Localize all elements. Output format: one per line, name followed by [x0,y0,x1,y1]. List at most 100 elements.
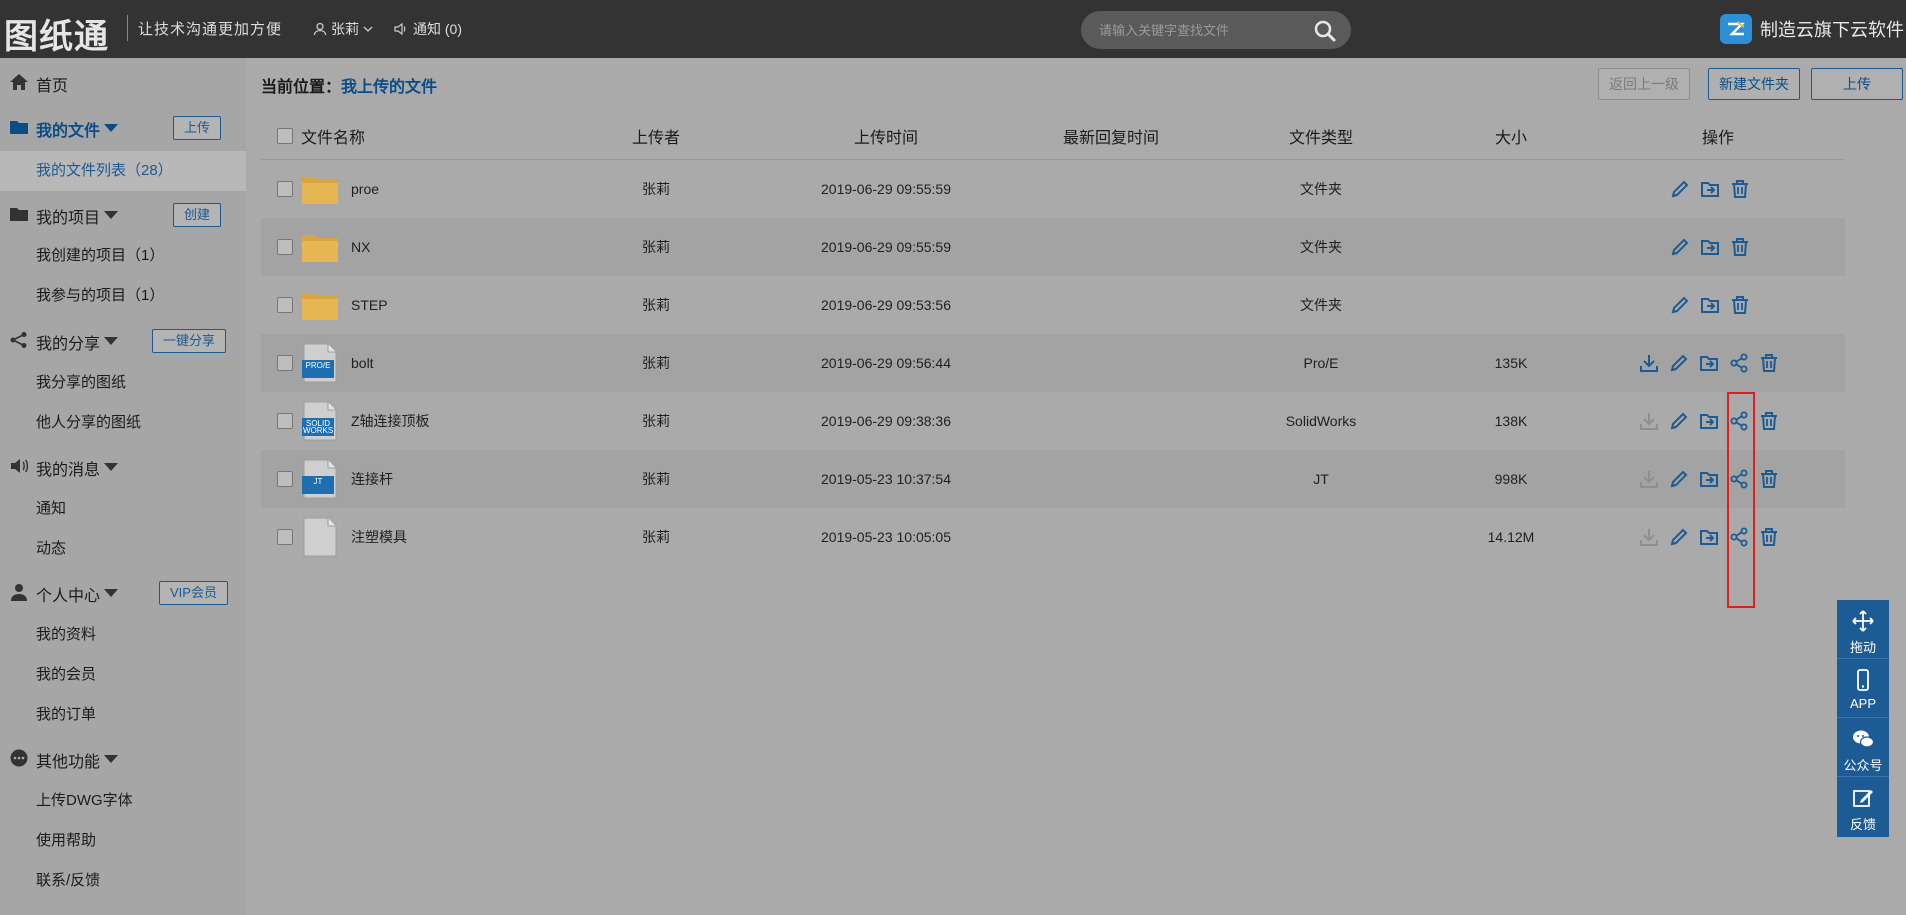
delete-button[interactable] [1758,468,1780,490]
move-button[interactable] [1699,294,1721,316]
col-reply-time[interactable]: 最新回复时间 [1026,112,1196,159]
row-checkbox[interactable] [277,297,293,313]
size-cell: 14.12M [1487,529,1535,545]
drag-button[interactable]: 拖动 [1837,600,1889,659]
row-checkbox[interactable] [277,413,293,429]
delete-button[interactable] [1758,410,1780,432]
move-button[interactable] [1699,236,1721,258]
download-button[interactable] [1638,468,1660,490]
search-icon[interactable] [1313,19,1337,43]
folder-icon[interactable] [301,169,339,209]
sidebar-item-my-file-list[interactable]: 我的文件列表（28） [0,151,246,191]
create-project-button[interactable]: 创建 [173,203,222,227]
share-button[interactable] [1728,468,1750,490]
table-row[interactable]: JT 连接杆 张莉 2019-05-23 10:37:54 JT 998K [261,450,1845,508]
upload-button[interactable]: 上传 [1811,68,1903,100]
vip-member-button[interactable]: VIP会员 [159,581,228,605]
delete-button[interactable] [1758,526,1780,548]
download-button[interactable] [1638,526,1660,548]
move-button[interactable] [1698,468,1720,490]
sidebar-item-others-shared[interactable]: 他人分享的图纸 [0,403,246,443]
delete-button[interactable] [1729,294,1751,316]
sidebar-item-activity[interactable]: 动态 [0,529,246,569]
rename-button[interactable] [1668,468,1690,490]
rename-button[interactable] [1668,352,1690,374]
share-button[interactable] [1728,352,1750,374]
file-name[interactable]: 连接杆 [351,469,393,489]
sidebar-item-my-shared[interactable]: 我分享的图纸 [0,363,246,403]
one-click-share-button[interactable]: 一键分享 [152,329,227,353]
file-icon[interactable]: JT [301,459,339,499]
rename-button[interactable] [1668,410,1690,432]
sidebar-item-my-orders[interactable]: 我的订单 [0,695,246,735]
app-logo[interactable]: 图纸通 [4,9,109,58]
col-uploader[interactable]: 上传者 [571,112,741,159]
move-button[interactable] [1698,410,1720,432]
sidebar-item-help[interactable]: 使用帮助 [0,821,246,861]
file-icon[interactable] [301,517,339,557]
table-row[interactable]: PRO/E bolt 张莉 2019-06-29 09:56:44 Pro/E 135K [261,334,1845,392]
table-row[interactable]: STEP 张莉 2019-06-29 09:53:56 文件夹 [261,276,1845,334]
sidebar-group-other-features[interactable]: 其他功能 [0,738,246,778]
breadcrumb-current[interactable]: 我上传的文件 [341,79,437,96]
table-row[interactable]: 注塑模具 张莉 2019-05-23 10:05:05 14.12M [261,508,1845,566]
file-name[interactable]: bolt [351,355,374,371]
col-name[interactable]: 文件名称 [301,112,365,159]
col-size[interactable]: 大小 [1426,112,1596,159]
select-all-checkbox[interactable] [277,127,293,144]
move-button[interactable] [1699,178,1721,200]
col-type[interactable]: 文件类型 [1236,112,1406,159]
sidebar-upload-button[interactable]: 上传 [173,116,222,140]
sidebar-item-contact-feedback[interactable]: 联系/反馈 [0,861,246,901]
new-folder-button[interactable]: 新建文件夹 [1708,68,1800,100]
delete-button[interactable] [1758,352,1780,374]
rename-button[interactable] [1668,526,1690,548]
feedback-button[interactable]: 反馈 [1837,777,1889,836]
home-icon [10,74,28,90]
brand-link[interactable]: 制造云旗下云软件 [1720,14,1904,44]
row-checkbox[interactable] [277,471,293,487]
file-name[interactable]: NX [351,239,370,255]
download-button[interactable] [1638,352,1660,374]
app-button[interactable]: APP [1837,659,1889,718]
sidebar-item-home[interactable]: 首页 [0,62,246,102]
sidebar-item-my-profile[interactable]: 我的资料 [0,615,246,655]
file-name[interactable]: 注塑模具 [351,527,407,547]
share-button[interactable] [1728,410,1750,432]
share-button[interactable] [1728,526,1750,548]
file-name[interactable]: Z轴连接顶板 [351,411,430,431]
file-name[interactable]: proe [351,181,379,197]
sidebar-item-created-projects[interactable]: 我创建的项目（1） [0,236,246,276]
delete-button[interactable] [1729,236,1751,258]
sidebar-item-notice[interactable]: 通知 [0,489,246,529]
rename-button[interactable] [1669,178,1691,200]
delete-button[interactable] [1729,178,1751,200]
table-row[interactable]: NX 张莉 2019-06-29 09:55:59 文件夹 [261,218,1845,276]
user-menu[interactable]: 张莉 [313,19,373,39]
table-row[interactable]: SOLID WORKS Z轴连接顶板 张莉 2019-06-29 09:38:36 So… [261,392,1845,450]
download-button[interactable] [1638,410,1660,432]
file-name[interactable]: STEP [351,297,388,313]
folder-icon[interactable] [301,227,339,267]
rename-button[interactable] [1669,236,1691,258]
row-checkbox[interactable] [277,355,293,371]
file-icon[interactable]: SOLID WORKS [301,401,339,441]
sidebar-item-my-membership[interactable]: 我的会员 [0,655,246,695]
sidebar-item-joined-projects[interactable]: 我参与的项目（1） [0,276,246,316]
col-upload-time[interactable]: 上传时间 [801,112,971,159]
row-checkbox[interactable] [277,181,293,197]
move-button[interactable] [1698,352,1720,374]
row-checkbox[interactable] [277,239,293,255]
sidebar-item-upload-dwg-font[interactable]: 上传DWG字体 [0,781,246,821]
search-input[interactable] [1099,20,1299,40]
rename-button[interactable] [1669,294,1691,316]
notification-link[interactable]: 通知 (0) [393,19,462,39]
file-icon[interactable]: PRO/E [301,343,339,383]
folder-icon[interactable] [301,285,339,325]
sidebar-group-my-messages[interactable]: 我的消息 [0,446,246,486]
wechat-button[interactable]: 公众号 [1837,718,1889,777]
row-checkbox[interactable] [277,529,293,545]
move-button[interactable] [1698,526,1720,548]
back-button[interactable]: 返回上一级 [1598,68,1690,100]
table-row[interactable]: proe 张莉 2019-06-29 09:55:59 文件夹 [261,160,1845,218]
